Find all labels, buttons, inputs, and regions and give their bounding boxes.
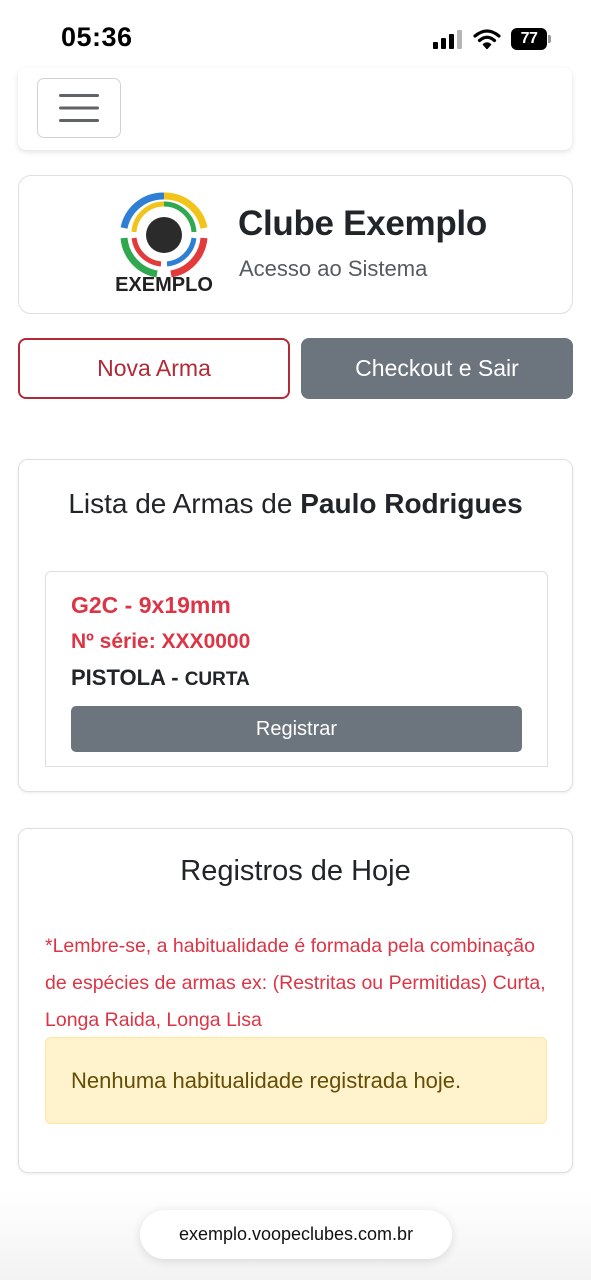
weapons-list-title: Lista de Armas de Paulo Rodrigues [19, 488, 572, 520]
url-bar[interactable]: exemplo.voopeclubes.com.br [140, 1210, 452, 1259]
club-subtitle: Acesso ao Sistema [239, 256, 428, 281]
weapons-list-card: Lista de Armas de Paulo Rodrigues G2C - … [18, 459, 573, 792]
menu-toggle-button[interactable] [37, 78, 121, 138]
club-name: Clube Exemplo [238, 204, 487, 243]
signal-icon [433, 30, 462, 49]
weapon-serial: Nº série: XXX0000 [71, 630, 251, 653]
weapon-type: PISTOLA - CURTA [71, 665, 250, 691]
weapon-model: G2C - 9x19mm [71, 592, 231, 618]
battery-cap [548, 35, 551, 43]
navbar [18, 68, 572, 150]
today-registries-title: Registros de Hoje [180, 855, 411, 887]
checkout-button[interactable]: Checkout e Sair [301, 338, 573, 399]
page: 05:36 77 EXEMPLO Clube Exemplo Acesso ao… [0, 0, 591, 1280]
empty-registries-alert: Nenhuma habitualidade registrada hoje. [45, 1037, 547, 1124]
status-bar: 05:36 77 [0, 0, 591, 70]
new-weapon-button[interactable]: Nova Arma [18, 338, 290, 399]
hamburger-menu-icon [59, 94, 99, 122]
battery-icon: 77 [511, 28, 551, 50]
status-icons: 77 [433, 28, 551, 50]
owner-name: Paulo Rodrigues [300, 488, 523, 519]
today-registries-card: Registros de Hoje *Lembre-se, a habitual… [18, 828, 573, 1173]
weapon-length: CURTA [184, 669, 250, 690]
habituality-reminder: *Lembre-se, a habitualidade é formada pe… [45, 935, 546, 1031]
battery-level: 77 [511, 28, 547, 50]
logo-text: EXEMPLO [115, 274, 213, 296]
weapons-title-prefix: Lista de Armas de [68, 488, 301, 519]
wifi-icon [473, 29, 501, 49]
weapon-type-label: PISTOLA - [71, 665, 185, 690]
club-header-card: EXEMPLO Clube Exemplo Acesso ao Sistema [18, 175, 573, 314]
register-weapon-button[interactable]: Registrar [71, 706, 522, 752]
club-logo: EXEMPLO [115, 192, 213, 296]
weapon-item: G2C - 9x19mm Nº série: XXX0000 PISTOLA -… [45, 571, 548, 767]
status-time: 05:36 [61, 22, 133, 52]
